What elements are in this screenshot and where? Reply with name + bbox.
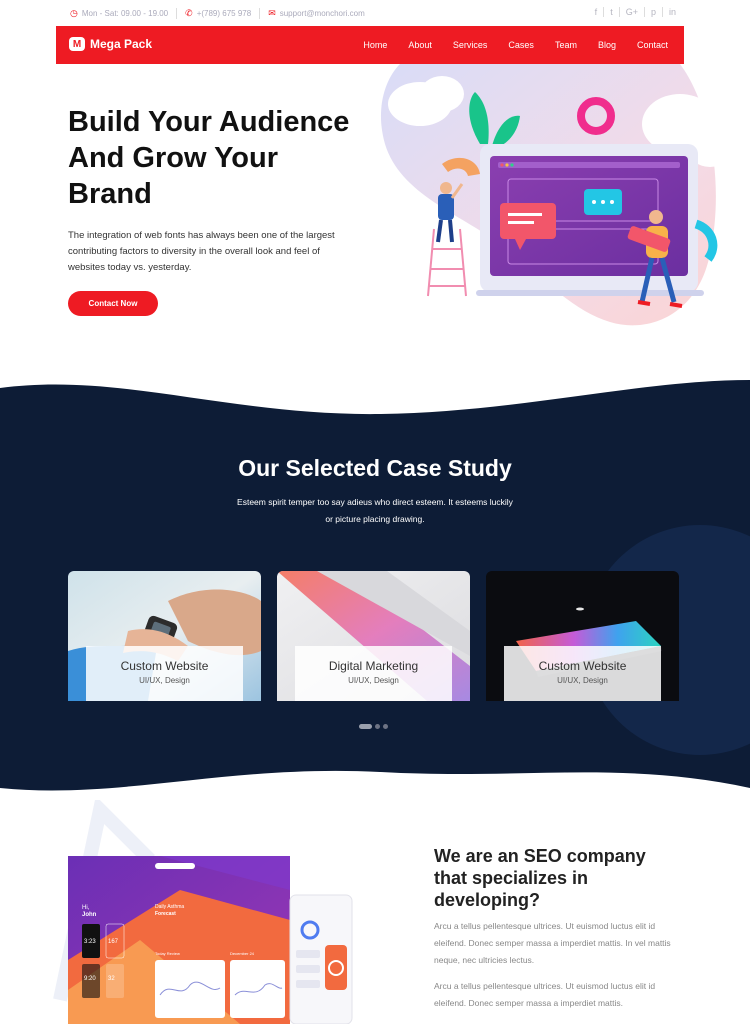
carousel-pagination	[359, 724, 391, 729]
logo-mark-icon: M	[69, 37, 85, 51]
case-card-3[interactable]: Custom Website UI/UX, Design	[486, 571, 679, 701]
case-card-3-title: Custom Website	[538, 659, 627, 673]
mockup-user: John	[82, 912, 97, 918]
phone-item[interactable]: ✆ +(789) 675 978	[177, 8, 261, 19]
case-card-1[interactable]: Custom Website UI/UX, Design	[68, 571, 261, 701]
brand-logo[interactable]: M Mega Pack	[69, 37, 152, 51]
case-card-1-tags: UI/UX, Design	[139, 676, 190, 685]
mockup-review: Today Review	[155, 951, 180, 956]
email-item[interactable]: ✉ support@monchori.com	[260, 8, 373, 19]
carousel-dot-2[interactable]	[375, 724, 380, 729]
mockup-card-title-1: Daily Asthma	[155, 904, 184, 910]
contact-info: ◷ Mon - Sat: 09.00 - 19.00 ✆ +(789) 675 …	[70, 8, 373, 19]
mockup-greeting: Hi,	[82, 905, 90, 911]
seo-paragraph-1: Arcu a tellus pellentesque ultrices. Ut …	[434, 921, 671, 965]
top-info-bar: ◷ Mon - Sat: 09.00 - 19.00 ✆ +(789) 675 …	[0, 0, 750, 26]
carousel-dot-3[interactable]	[383, 724, 388, 729]
brand-name: Mega Pack	[90, 37, 153, 51]
mockup-time: 3:23	[84, 939, 96, 945]
case-card-2-tags: UI/UX, Design	[348, 676, 399, 685]
case-card-3-label: Custom Website UI/UX, Design	[504, 646, 661, 701]
case-card-3-tags: UI/UX, Design	[557, 676, 608, 685]
seo-paragraph-2: Arcu a tellus pellentesque ultrices. Ut …	[434, 981, 656, 1008]
main-navbar: M Mega Pack Home About Services Cases Te…	[56, 26, 684, 64]
social-links: f t G+ p in	[589, 7, 682, 17]
twitter-icon[interactable]: t	[603, 7, 619, 17]
contact-now-button[interactable]: Contact Now	[68, 291, 158, 316]
case-study-subtitle: Esteem spirit temper too say adieus who …	[237, 497, 513, 524]
mockup-num2: 9:20	[84, 976, 96, 982]
dashboard-mockup-image: Hi, John Daily Asthma Forecast 3:23 167 …	[53, 800, 353, 1024]
hero-title-line-3: Brand	[68, 178, 152, 210]
case-card-1-label: Custom Website UI/UX, Design	[86, 646, 243, 701]
case-study-title: Our Selected Case Study	[238, 455, 512, 481]
case-card-2-title: Digital Marketing	[328, 659, 419, 673]
hours-item: ◷ Mon - Sat: 09.00 - 19.00	[70, 8, 178, 19]
phone-icon: ✆	[185, 8, 193, 18]
hero-title-line-1: Build Your Audience	[68, 106, 350, 138]
google-plus-icon[interactable]: G+	[618, 7, 644, 17]
hero-title: Build Your Audience And Grow Your Brand	[68, 104, 388, 212]
nav-item-team[interactable]: Team	[555, 40, 577, 50]
clock-icon: ◷	[70, 8, 78, 18]
nav-item-blog[interactable]: Blog	[598, 40, 616, 50]
hero-description: The integration of web fonts has always …	[68, 230, 335, 273]
mockup-card-title-2: Forecast	[155, 911, 176, 917]
nav-item-contact[interactable]: Contact	[637, 40, 668, 50]
facebook-icon[interactable]: f	[589, 7, 604, 17]
nav-menu: Home About Services Cases Team Blog Cont…	[342, 40, 668, 50]
nav-item-home[interactable]: Home	[363, 40, 387, 50]
nav-item-cases[interactable]: Cases	[508, 40, 534, 50]
mockup-num3: 32	[108, 976, 115, 982]
nav-item-about[interactable]: About	[408, 40, 432, 50]
nav-item-services[interactable]: Services	[453, 40, 488, 50]
linkedin-icon[interactable]: in	[661, 7, 682, 17]
hero-illustration	[380, 64, 730, 326]
case-card-2-label: Digital Marketing UI/UX, Design	[295, 646, 452, 701]
envelope-icon: ✉	[268, 8, 276, 18]
case-card-1-title: Custom Website	[120, 659, 209, 673]
case-card-2[interactable]: Digital Marketing UI/UX, Design	[277, 571, 470, 701]
mockup-date: December 24	[230, 951, 255, 956]
hours-text: Mon - Sat: 09.00 - 19.00	[81, 9, 169, 18]
seo-section-title: We are an SEO company that specializes i…	[434, 846, 646, 910]
pinterest-icon[interactable]: p	[643, 7, 662, 17]
phone-text[interactable]: +(789) 675 978	[197, 9, 252, 18]
mockup-num1: 167	[108, 939, 119, 945]
carousel-dot-1[interactable]	[359, 724, 372, 729]
hero-title-line-2: And Grow Your	[68, 142, 278, 174]
email-text[interactable]: support@monchori.com	[280, 9, 365, 18]
